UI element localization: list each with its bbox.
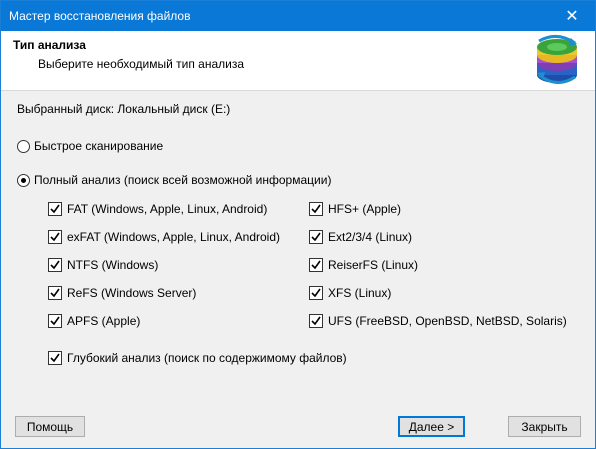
fs-apfs-checkbox[interactable] <box>48 314 62 328</box>
fs-reiserfs-label: ReiserFS (Linux) <box>328 258 419 272</box>
fs-fat-option[interactable]: FAT (Windows, Apple, Linux, Android) <box>48 202 267 216</box>
next-button[interactable]: Далее > <box>398 416 465 437</box>
close-icon[interactable]: ✕ <box>549 1 595 31</box>
title-bar: Мастер восстановления файлов ✕ <box>1 1 595 31</box>
quick-scan-label: Быстрое сканирование <box>34 139 164 153</box>
fs-xfs-checkbox[interactable] <box>309 286 323 300</box>
deep-analysis-label: Глубокий анализ (поиск по содержимому фа… <box>67 351 347 365</box>
fs-ufs-option[interactable]: UFS (FreeBSD, OpenBSD, NetBSD, Solaris) <box>309 314 567 328</box>
fs-refs-option[interactable]: ReFS (Windows Server) <box>48 286 196 300</box>
fs-reiserfs-option[interactable]: ReiserFS (Linux) <box>309 258 418 272</box>
fs-hfsplus-label: HFS+ (Apple) <box>328 202 402 216</box>
fs-ufs-label: UFS (FreeBSD, OpenBSD, NetBSD, Solaris) <box>328 314 567 328</box>
wizard-window: Мастер восстановления файлов ✕ Тип анали… <box>0 0 596 449</box>
wizard-header: Тип анализа Выберите необходимый тип ана… <box>1 31 595 91</box>
fs-xfs-option[interactable]: XFS (Linux) <box>309 286 391 300</box>
deep-analysis-checkbox[interactable] <box>48 351 62 365</box>
fs-exfat-option[interactable]: exFAT (Windows, Apple, Linux, Android) <box>48 230 280 244</box>
quick-scan-option[interactable]: Быстрое сканирование <box>17 139 163 153</box>
fs-exfat-label: exFAT (Windows, Apple, Linux, Android) <box>67 230 280 244</box>
fs-ntfs-label: NTFS (Windows) <box>67 258 159 272</box>
quick-scan-radio[interactable] <box>17 139 30 153</box>
fs-ntfs-checkbox[interactable] <box>48 258 62 272</box>
fs-reiserfs-checkbox[interactable] <box>309 258 323 272</box>
fs-refs-label: ReFS (Windows Server) <box>67 286 197 300</box>
recovery-disk-logo-icon <box>537 35 577 84</box>
fs-apfs-label: APFS (Apple) <box>67 314 141 328</box>
fs-exfat-checkbox[interactable] <box>48 230 62 244</box>
fs-xfs-label: XFS (Linux) <box>328 286 392 300</box>
selected-drive-label: Выбранный диск: Локальный диск (E:) <box>17 102 231 116</box>
fs-hfsplus-option[interactable]: HFS+ (Apple) <box>309 202 401 216</box>
full-scan-label: Полный анализ (поиск всей возможной инфо… <box>34 173 332 187</box>
fs-ufs-checkbox[interactable] <box>309 314 323 328</box>
step-subtitle: Выберите необходимый тип анализа <box>38 57 245 71</box>
step-title: Тип анализа <box>13 38 86 52</box>
fs-fat-checkbox[interactable] <box>48 202 62 216</box>
fs-apfs-option[interactable]: APFS (Apple) <box>48 314 140 328</box>
full-scan-radio[interactable] <box>17 173 30 187</box>
window-title: Мастер восстановления файлов <box>9 9 191 23</box>
fs-ext-option[interactable]: Ext2/3/4 (Linux) <box>309 230 412 244</box>
fs-fat-label: FAT (Windows, Apple, Linux, Android) <box>67 202 268 216</box>
fs-ext-label: Ext2/3/4 (Linux) <box>328 230 413 244</box>
fs-hfsplus-checkbox[interactable] <box>309 202 323 216</box>
full-scan-option[interactable]: Полный анализ (поиск всей возможной инфо… <box>17 173 331 187</box>
fs-ext-checkbox[interactable] <box>309 230 323 244</box>
fs-refs-checkbox[interactable] <box>48 286 62 300</box>
close-button[interactable]: Закрыть <box>508 416 581 437</box>
help-button[interactable]: Помощь <box>15 416 85 437</box>
deep-analysis-option[interactable]: Глубокий анализ (поиск по содержимому фа… <box>48 351 347 365</box>
fs-ntfs-option[interactable]: NTFS (Windows) <box>48 258 158 272</box>
